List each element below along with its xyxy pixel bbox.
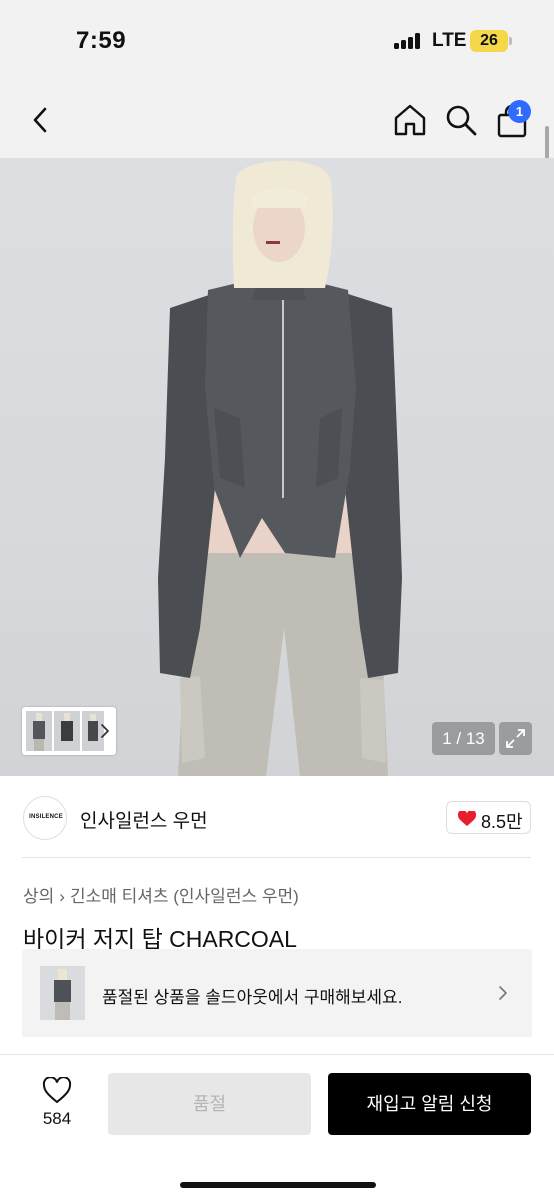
- battery-level: 26: [480, 32, 498, 49]
- brand-like-button[interactable]: 8.5만: [446, 801, 531, 834]
- chevron-right-icon[interactable]: [98, 722, 112, 740]
- product-image[interactable]: [0, 158, 554, 776]
- chevron-right-icon: [499, 986, 507, 1000]
- breadcrumb-separator-icon: ›: [59, 887, 65, 906]
- wish-count: 584: [42, 1109, 72, 1128]
- status-time: 7:59: [76, 27, 127, 54]
- breadcrumb: 상의 › 긴소매 티셔츠 (인사일런스 우먼): [23, 882, 299, 907]
- cart-badge: 1: [508, 100, 531, 123]
- top-nav: [0, 80, 554, 158]
- brand-like-count: 8.5만: [481, 812, 523, 832]
- thumbnail[interactable]: [26, 711, 52, 751]
- home-indicator: [180, 1182, 376, 1188]
- bottom-bar-divider: [0, 1054, 554, 1055]
- battery-tip: [509, 37, 512, 45]
- back-icon[interactable]: [24, 102, 56, 138]
- signal-icon: [394, 33, 424, 49]
- soldout-button[interactable]: 품절: [108, 1073, 311, 1135]
- thumbnail[interactable]: [54, 711, 80, 751]
- search-icon[interactable]: [443, 102, 479, 138]
- battery-icon: 26: [470, 30, 508, 52]
- breadcrumb-category[interactable]: 상의: [23, 887, 54, 906]
- network-label: LTE: [432, 30, 467, 51]
- expand-icon[interactable]: [499, 722, 532, 755]
- model-photo: [158, 160, 402, 776]
- brand-logo[interactable]: INSILENCE: [23, 796, 67, 840]
- soldout-product-thumbnail: [40, 966, 85, 1020]
- brand-name[interactable]: 인사일런스 우먼: [80, 806, 208, 833]
- heart-outline-icon[interactable]: [42, 1077, 72, 1104]
- home-icon[interactable]: [392, 102, 428, 138]
- heart-filled-icon: [458, 811, 476, 826]
- image-counter: 1 / 13: [432, 722, 495, 755]
- status-bar: 7:59 LTE 26: [0, 0, 554, 80]
- restock-alert-button[interactable]: 재입고 알림 신청: [328, 1073, 531, 1135]
- breadcrumb-subcategory[interactable]: 긴소매 티셔츠 (인사일런스 우먼): [70, 887, 299, 906]
- soldout-banner-text: 품절된 상품을 솔드아웃에서 구매해보세요.: [102, 988, 403, 1007]
- divider: [22, 857, 531, 858]
